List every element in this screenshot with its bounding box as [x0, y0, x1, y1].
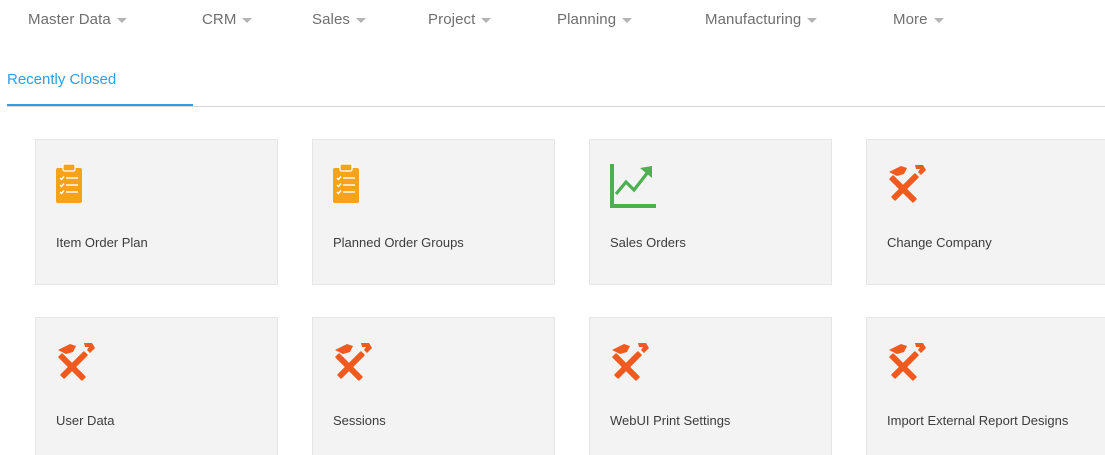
menu-manufacturing[interactable]: Manufacturing	[705, 11, 818, 28]
chevron-down-icon	[933, 18, 944, 23]
top-menu-bar: Master Data CRM Sales Project Planning M…	[0, 0, 1105, 44]
chevron-down-icon	[807, 18, 818, 23]
tile-sessions[interactable]: Sessions	[312, 317, 555, 455]
tile-label: Import External Report Designs	[887, 413, 1069, 428]
menu-planning[interactable]: Planning	[557, 11, 633, 28]
tab-label: Recently Closed	[7, 71, 117, 88]
menu-label: CRM	[202, 11, 237, 28]
tile-sales-orders[interactable]: Sales Orders	[589, 139, 832, 285]
chevron-down-icon	[116, 18, 127, 23]
page: Master Data CRM Sales Project Planning M…	[0, 0, 1105, 455]
chevron-down-icon	[356, 18, 367, 23]
tile-label: WebUI Print Settings	[610, 413, 731, 428]
chevron-down-icon	[622, 18, 633, 23]
menu-label: Project	[428, 11, 476, 28]
menu-label: Master Data	[28, 11, 111, 28]
clipboard-icon	[54, 162, 104, 212]
tile-import-external-report-designs[interactable]: Import External Report Designs	[866, 317, 1105, 455]
tools-icon	[331, 340, 381, 390]
menu-label: Sales	[312, 11, 351, 28]
tile-label: Change Company	[887, 235, 992, 250]
tile-label: Item Order Plan	[56, 235, 148, 250]
tile-webui-print-settings[interactable]: WebUI Print Settings	[589, 317, 832, 455]
tab-bar: Recently Closed	[7, 62, 1105, 107]
chevron-down-icon	[242, 18, 253, 23]
chevron-down-icon	[481, 18, 492, 23]
menu-sales[interactable]: Sales	[312, 11, 367, 28]
tab-recently-closed[interactable]: Recently Closed	[7, 62, 193, 106]
clipboard-icon	[331, 162, 381, 212]
menu-project[interactable]: Project	[428, 11, 492, 28]
tools-icon	[54, 340, 104, 390]
menu-crm[interactable]: CRM	[202, 11, 253, 28]
tools-icon	[885, 162, 935, 212]
menu-master-data[interactable]: Master Data	[28, 11, 127, 28]
menu-more[interactable]: More	[893, 11, 944, 28]
tile-planned-order-groups[interactable]: Planned Order Groups	[312, 139, 555, 285]
tile-label: Sessions	[333, 413, 386, 428]
menu-label: Planning	[557, 11, 617, 28]
trend-chart-icon	[608, 162, 658, 212]
tile-label: Planned Order Groups	[333, 235, 464, 250]
menu-label: More	[893, 11, 928, 28]
tile-label: Sales Orders	[610, 235, 686, 250]
tools-icon	[885, 340, 935, 390]
tile-change-company[interactable]: Change Company	[866, 139, 1105, 285]
tile-item-order-plan[interactable]: Item Order Plan	[35, 139, 278, 285]
tile-user-data[interactable]: User Data	[35, 317, 278, 455]
tools-icon	[608, 340, 658, 390]
tile-label: User Data	[56, 413, 115, 428]
menu-label: Manufacturing	[705, 11, 802, 28]
